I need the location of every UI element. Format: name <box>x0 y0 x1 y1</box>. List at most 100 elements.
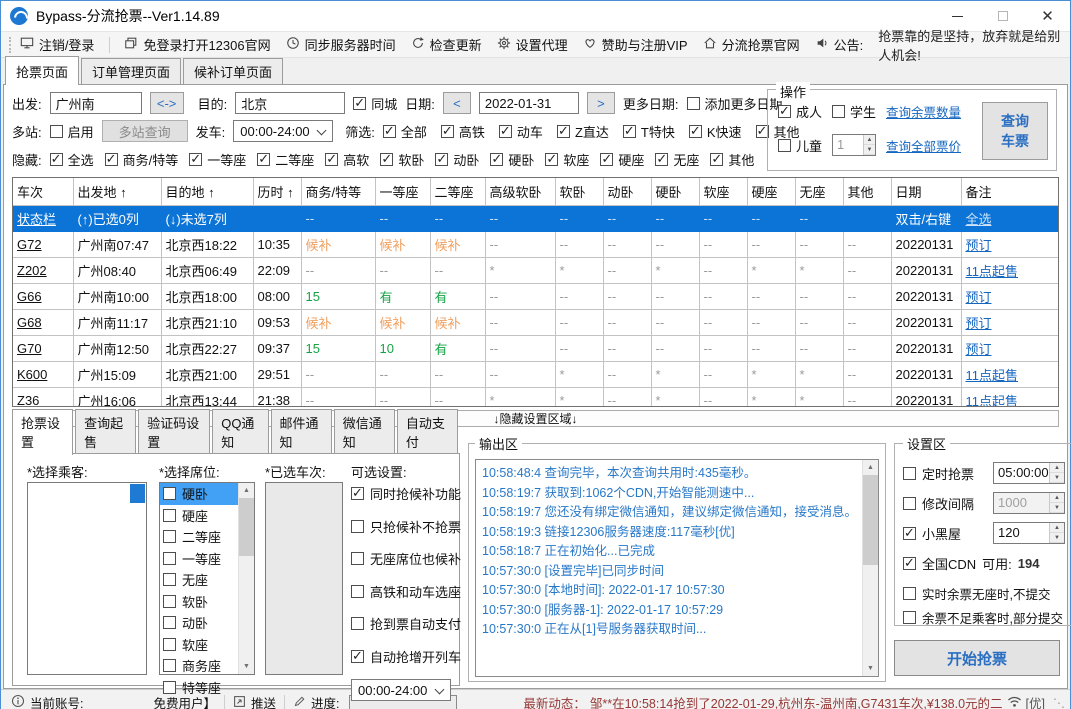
same-city-checkbox[interactable]: 同城 <box>353 94 397 113</box>
passenger-listbox[interactable] <box>27 482 147 675</box>
table-row[interactable]: G66广州南10:00北京西18:0008:0015有有------------… <box>13 284 1058 310</box>
resize-grip[interactable]: ⋱ <box>1053 696 1064 709</box>
column-header-日期[interactable]: 日期 <box>891 178 961 206</box>
select-all-link[interactable]: 全选 <box>966 212 992 227</box>
checkbox[interactable] <box>903 527 916 540</box>
checkbox[interactable] <box>351 552 364 565</box>
hide-无座[interactable]: 无座 <box>655 150 699 169</box>
swap-stations-button[interactable]: <-> <box>150 92 184 114</box>
child-checkbox[interactable]: 儿童 <box>778 136 822 155</box>
start-grab-button[interactable]: 开始抢票 <box>894 640 1060 676</box>
child-count-spinner[interactable]: 1 ▲▼ <box>832 134 876 156</box>
output-scrollbar[interactable]: ▲ ▼ <box>862 460 878 676</box>
option-无座席位也候补[interactable]: 无座席位也候补 <box>351 549 453 568</box>
book-link[interactable]: 11点起售 <box>966 368 1019 383</box>
column-header-高级软卧[interactable]: 高级软卧 <box>485 178 555 206</box>
seat-item-一等座[interactable]: 一等座 <box>160 548 238 570</box>
checkbox[interactable] <box>557 125 570 138</box>
table-row[interactable]: Z36广州16:06北京西13:4421:38------**--*--**--… <box>13 388 1058 408</box>
scroll-down-icon[interactable]: ▼ <box>239 659 254 674</box>
checkbox[interactable] <box>163 509 176 522</box>
dest-input[interactable]: 北京 <box>235 92 345 114</box>
scroll-up-icon[interactable]: ▲ <box>863 460 878 475</box>
same-city-check[interactable] <box>353 97 366 110</box>
column-header-二等座[interactable]: 二等座 <box>430 178 485 206</box>
train-number-link[interactable]: G72 <box>17 237 42 252</box>
table-row[interactable]: Z202广州08:40北京西06:4922:09------**--*--**-… <box>13 258 1058 284</box>
checkbox[interactable] <box>163 530 176 543</box>
setting-spinner[interactable]: 05:00:00▲▼ <box>993 462 1065 484</box>
tab-候补订单页面[interactable]: 候补订单页面 <box>183 58 283 85</box>
filter-动车[interactable]: 动车 <box>499 122 543 141</box>
column-header-历时[interactable]: 历时 ↑ <box>253 178 301 206</box>
table-row[interactable]: G68广州南11:17北京西21:1009:53候补候补候补----------… <box>13 310 1058 336</box>
table-row[interactable]: G72广州南07:47北京西18:2210:35候补候补候补----------… <box>13 232 1058 258</box>
grab-time-range-combo[interactable]: 00:00-24:00 <box>351 679 451 701</box>
seat-item-二等座[interactable]: 二等座 <box>160 526 238 548</box>
table-row[interactable]: G70广州南12:50北京西22:2709:371510有-----------… <box>13 336 1058 362</box>
hide-全选[interactable]: 全选 <box>50 150 94 169</box>
checkbox[interactable] <box>163 595 176 608</box>
option-抢到票自动支付[interactable]: 抢到票自动支付 <box>351 614 453 633</box>
depart-input[interactable]: 广州南 <box>50 92 142 114</box>
toolbar-item-logout-login[interactable]: 注销/登录 <box>20 35 95 54</box>
tab-自动支付[interactable]: 自动支付 <box>397 409 458 455</box>
checkbox[interactable] <box>623 125 636 138</box>
selected-trains-listbox[interactable] <box>265 482 343 675</box>
seat-item-商务座[interactable]: 商务座 <box>160 655 238 677</box>
scrollbar-thumb[interactable] <box>863 475 878 565</box>
checkbox[interactable] <box>325 153 338 166</box>
push-toggle[interactable]: 推送 <box>233 693 276 709</box>
checkbox[interactable] <box>351 585 364 598</box>
checkbox[interactable] <box>545 153 558 166</box>
next-date-button[interactable]: > <box>587 92 615 114</box>
checkbox[interactable] <box>351 520 364 533</box>
date-input[interactable]: 2022-01-31 <box>479 92 579 114</box>
filter-Z直达[interactable]: Z直达 <box>557 122 609 141</box>
hide-高软[interactable]: 高软 <box>325 150 369 169</box>
hide-硬卧[interactable]: 硬卧 <box>490 150 534 169</box>
option-只抢候补不抢票[interactable]: 只抢候补不抢票 <box>351 517 453 536</box>
book-link[interactable]: 预订 <box>966 316 992 331</box>
hide-一等座[interactable]: 一等座 <box>189 150 246 169</box>
toolbar-item-sync-server-time[interactable]: 同步服务器时间 <box>286 35 396 54</box>
setting-spinner[interactable]: 120▲▼ <box>993 522 1065 544</box>
hide-二等座[interactable]: 二等座 <box>257 150 314 169</box>
checkbox[interactable] <box>105 153 118 166</box>
column-header-软卧[interactable]: 软卧 <box>555 178 603 206</box>
column-header-动卧[interactable]: 动卧 <box>603 178 651 206</box>
seat-list-scrollbar[interactable]: ▲ ▼ <box>238 483 254 674</box>
column-header-车次[interactable]: 车次 <box>13 178 73 206</box>
multi-enable-checkbox[interactable]: 启用 <box>50 122 94 141</box>
hide-软座[interactable]: 软座 <box>545 150 589 169</box>
train-number-link[interactable]: G70 <box>17 341 42 356</box>
table-row[interactable]: K600广州15:09北京西21:0029:51--------*--*--**… <box>13 362 1058 388</box>
seat-item-动卧[interactable]: 动卧 <box>160 612 238 634</box>
book-link[interactable]: 预订 <box>966 342 992 357</box>
hide-动卧[interactable]: 动卧 <box>435 150 479 169</box>
scrollbar-thumb[interactable] <box>239 498 254 556</box>
checkbox[interactable] <box>163 487 176 500</box>
tab-抢票设置[interactable]: 抢票设置 <box>12 409 73 455</box>
checkbox[interactable] <box>351 487 364 500</box>
toolbar-item-announcement[interactable]: 公告: <box>815 35 864 54</box>
checkbox[interactable] <box>257 153 270 166</box>
checkbox[interactable] <box>499 125 512 138</box>
checkbox[interactable] <box>903 611 916 624</box>
option-实时余票无座时,不提交[interactable]: 实时余票无座时,不提交 <box>903 581 1071 605</box>
seat-item-硬座[interactable]: 硬座 <box>160 505 238 527</box>
filter-T特快[interactable]: T特快 <box>623 122 675 141</box>
seat-item-硬卧[interactable]: 硬卧 <box>160 483 238 505</box>
column-header-备注[interactable]: 备注 <box>961 178 1058 206</box>
toolbar-item-check-update[interactable]: 检查更新 <box>411 35 482 54</box>
multi-query-button[interactable]: 多站查询 <box>102 120 188 142</box>
column-header-一等座[interactable]: 一等座 <box>375 178 430 206</box>
scroll-down-icon[interactable]: ▼ <box>863 661 878 676</box>
checkbox[interactable] <box>163 616 176 629</box>
checkbox[interactable] <box>441 125 454 138</box>
checkbox[interactable] <box>383 125 396 138</box>
option-同时抢候补功能[interactable]: 同时抢候补功能 <box>351 484 453 503</box>
checkbox[interactable] <box>351 650 364 663</box>
hide-硬座[interactable]: 硬座 <box>600 150 644 169</box>
seat-item-特等座[interactable]: 特等座 <box>160 677 238 699</box>
